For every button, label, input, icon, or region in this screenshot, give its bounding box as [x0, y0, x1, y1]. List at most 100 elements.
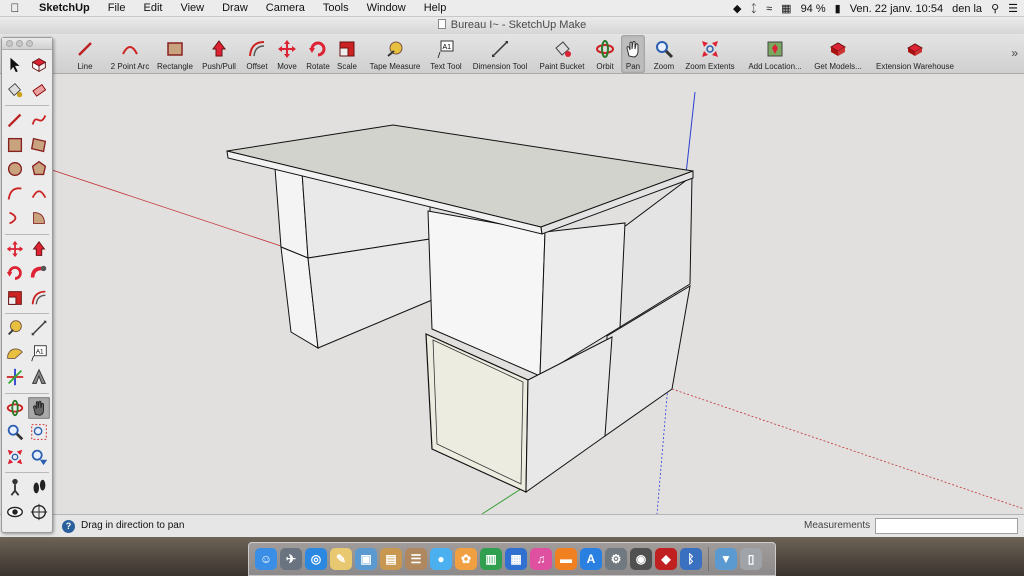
palette-freehand-button[interactable]	[28, 109, 50, 131]
toolbar-overflow-chevron-icon[interactable]: »	[1011, 46, 1018, 60]
battery-percent[interactable]: 94 %	[801, 3, 826, 15]
palette-circle-button[interactable]	[4, 158, 26, 180]
help-icon[interactable]: ?	[62, 520, 75, 533]
palette-zoom-window-button[interactable]	[28, 421, 50, 443]
dock-contacts-icon[interactable]: ☰	[405, 548, 427, 570]
palette-line-pencil-button[interactable]	[4, 109, 26, 131]
palette-zoom-extents-button[interactable]	[4, 446, 26, 468]
palette-eraser-button[interactable]	[28, 79, 50, 101]
palette-tape-measure-button[interactable]	[4, 317, 26, 339]
palette-make-component-button[interactable]	[28, 54, 50, 76]
toolbar-push-pull-button[interactable]: Push/Pull	[199, 35, 239, 73]
toolbar-get-models-button[interactable]: Get Models...	[812, 35, 864, 73]
toolbar-zoom-extents-button[interactable]: Zoom Extents	[683, 35, 737, 73]
toolbar-dimension-tool-button[interactable]: Dimension Tool	[469, 35, 531, 73]
drawing-viewport[interactable]	[0, 74, 1024, 514]
dock-numbers-icon[interactable]: ▥	[480, 548, 502, 570]
palette-paint-bucket-button[interactable]	[4, 79, 26, 101]
dock-keynote-icon[interactable]: ▦	[505, 548, 527, 570]
palette-scale-button[interactable]	[4, 287, 26, 309]
menu-draw[interactable]: Draw	[213, 0, 257, 17]
dock-photo-booth-icon[interactable]: ◉	[630, 548, 652, 570]
palette-position-camera-button[interactable]	[4, 476, 26, 498]
dock-textedit-icon[interactable]: ✎	[330, 548, 352, 570]
palette-dimension-button[interactable]	[28, 317, 50, 339]
palette-zoom-button[interactable]	[4, 421, 26, 443]
palette-pan-hand-button[interactable]	[28, 396, 50, 419]
dock-photos-icon[interactable]: ✿	[455, 548, 477, 570]
dropbox-icon[interactable]: ◆	[733, 2, 741, 15]
dock-safari-icon[interactable]: ◎	[305, 548, 327, 570]
toolbar-add-location-button[interactable]: Add Location...	[744, 35, 806, 73]
bluetooth-icon[interactable]: ᛨ	[751, 3, 758, 15]
toolbar-offset-button[interactable]: Offset	[244, 35, 270, 73]
dock-app-store-icon[interactable]: A	[580, 548, 602, 570]
palette-rotated-rectangle-button[interactable]	[28, 134, 50, 156]
menu-view[interactable]: View	[171, 0, 213, 17]
menu-camera[interactable]: Camera	[257, 0, 314, 17]
dock-itunes-icon[interactable]: ♫	[530, 548, 552, 570]
dock-system-preferences-icon[interactable]: ⚙	[605, 548, 627, 570]
toolbar-rectangle-button[interactable]: Rectangle	[153, 35, 197, 73]
palette-arc-button[interactable]	[4, 183, 26, 205]
palette-rectangle-button[interactable]	[4, 134, 26, 156]
dock-sketchup-icon[interactable]: ◆	[655, 548, 677, 570]
palette-zoom-button[interactable]	[26, 40, 33, 47]
dock-notes-icon[interactable]: ▤	[380, 548, 402, 570]
palette-text-tool-button[interactable]: A1	[28, 342, 50, 364]
palette-previous-view-button[interactable]	[28, 446, 50, 468]
palette-select-arrow-button[interactable]	[4, 54, 26, 76]
palette-follow-me-button[interactable]	[28, 262, 50, 284]
palette-offset-button[interactable]	[28, 287, 50, 309]
palette-two-point-arc-button[interactable]	[28, 183, 50, 205]
toolbar-2-point-arc-button[interactable]: 2 Point Arc	[106, 35, 154, 73]
input-source-icon[interactable]: ▦	[781, 2, 791, 15]
dock-messages-icon[interactable]: ●	[430, 548, 452, 570]
toolbar-pan-button[interactable]: Pan	[621, 35, 645, 73]
toolbar-text-tool-button[interactable]: A1 Text Tool	[427, 35, 465, 73]
toolbar-zoom-button[interactable]: Zoom	[651, 35, 677, 73]
menu-tools[interactable]: Tools	[314, 0, 358, 17]
dock-trash-icon[interactable]: ▯	[740, 548, 762, 570]
user-name[interactable]: den la	[952, 3, 982, 15]
palette-move-button[interactable]	[4, 238, 26, 260]
measurements-input[interactable]	[875, 518, 1018, 534]
menu-app-name[interactable]: SketchUp	[30, 0, 99, 17]
palette-polygon-button[interactable]	[28, 158, 50, 180]
palette-pie-button[interactable]	[28, 207, 50, 229]
dock-downloads-folder-icon[interactable]: ▼	[715, 548, 737, 570]
palette-push-pull-button[interactable]	[28, 238, 50, 260]
toolbar-extension-warehouse-button[interactable]: Extension Warehouse	[870, 35, 960, 73]
toolbar-rotate-button[interactable]: Rotate	[303, 35, 333, 73]
menu-file[interactable]: File	[99, 0, 135, 17]
notification-center-icon[interactable]: ☰	[1008, 2, 1018, 15]
menu-help[interactable]: Help	[415, 0, 456, 17]
toolbar-line-button[interactable]: Line	[70, 35, 100, 73]
toolbar-paint-bucket-button[interactable]: Paint Bucket	[536, 35, 588, 73]
menu-window[interactable]: Window	[358, 0, 415, 17]
apple-icon[interactable]: 	[0, 1, 30, 15]
palette-rotate-button[interactable]	[4, 262, 26, 284]
palette-title-bar[interactable]	[2, 38, 52, 50]
palette-protractor-button[interactable]	[4, 342, 26, 364]
dock-bluetooth-file-exchange-icon[interactable]: ᛒ	[680, 548, 702, 570]
palette-three-point-arc-button[interactable]	[4, 207, 26, 229]
palette-orbit-button[interactable]	[4, 397, 26, 419]
toolbar-tape-measure-button[interactable]: Tape Measure	[366, 35, 424, 73]
spotlight-search-icon[interactable]: ⚲	[991, 2, 999, 15]
dock-preview-icon[interactable]: ▣	[355, 548, 377, 570]
palette-3d-text-button[interactable]	[28, 366, 50, 388]
palette-walk-button[interactable]	[28, 476, 50, 498]
toolbar-scale-button[interactable]: Scale	[336, 35, 358, 73]
dock-ibooks-icon[interactable]: ▬	[555, 548, 577, 570]
wifi-icon[interactable]: ≈	[766, 3, 772, 15]
toolbar-move-button[interactable]: Move	[275, 35, 299, 73]
palette-section-plane-button[interactable]	[28, 501, 50, 523]
battery-icon[interactable]: ▮	[835, 2, 841, 15]
menu-edit[interactable]: Edit	[134, 0, 171, 17]
left-cabinet-lower-front[interactable]	[307, 238, 433, 349]
palette-look-around-button[interactable]	[4, 501, 26, 523]
toolbar-orbit-button[interactable]: Orbit	[592, 35, 618, 73]
clock[interactable]: Ven. 22 janv. 10:54	[850, 3, 943, 15]
palette-close-button[interactable]	[6, 40, 13, 47]
